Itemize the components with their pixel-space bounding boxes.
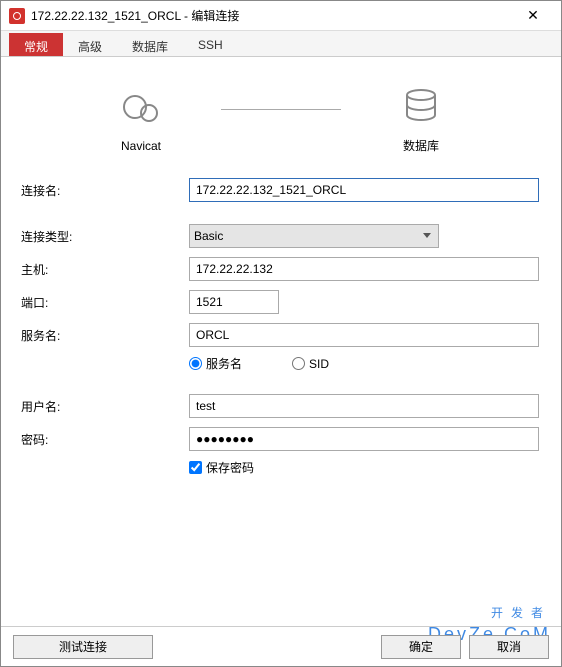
label-username: 用户名: (19, 398, 189, 415)
diagram-navicat-label: Navicat (121, 139, 161, 153)
titlebar: 172.22.22.132_1521_ORCL - 编辑连接 ✕ (1, 1, 561, 31)
port-input[interactable] (189, 290, 279, 314)
radio-service-name-label: 服务名 (206, 355, 242, 372)
row-service-radios: 服务名 SID (19, 351, 543, 372)
database-icon (399, 85, 443, 129)
service-name-input[interactable] (189, 323, 539, 347)
label-password: 密码: (19, 431, 189, 448)
save-password-label: 保存密码 (206, 459, 254, 476)
label-service-name: 服务名: (19, 327, 189, 344)
tab-database[interactable]: 数据库 (117, 33, 183, 56)
navicat-icon (119, 87, 163, 131)
ok-button[interactable]: 确定 (381, 635, 461, 659)
label-port: 端口: (19, 294, 189, 311)
conn-type-select[interactable]: Basic (189, 224, 439, 248)
host-input[interactable] (189, 257, 539, 281)
radio-service-name-input[interactable] (189, 357, 202, 370)
conn-name-input[interactable] (189, 178, 539, 202)
diagram-navicat: Navicat (91, 87, 191, 153)
tab-general[interactable]: 常规 (9, 33, 63, 56)
tab-advanced[interactable]: 高级 (63, 33, 117, 56)
password-input[interactable] (189, 427, 539, 451)
tabs-bar: 常规 高级 数据库 SSH (1, 31, 561, 57)
content-area: Navicat 数据库 连接名: 连接类型: Basic (1, 57, 561, 476)
label-host: 主机: (19, 261, 189, 278)
username-input[interactable] (189, 394, 539, 418)
row-service-name: 服务名: (19, 323, 543, 347)
row-conn-type: 连接类型: Basic (19, 224, 543, 248)
connection-diagram: Navicat 数据库 (19, 85, 543, 154)
label-conn-type: 连接类型: (19, 228, 189, 245)
footer: 测试连接 确定 取消 (1, 626, 561, 666)
row-save-password: 保存密码 (19, 455, 543, 476)
test-connection-button[interactable]: 测试连接 (13, 635, 153, 659)
tab-ssh[interactable]: SSH (183, 33, 238, 56)
label-conn-name: 连接名: (19, 182, 189, 199)
cancel-button[interactable]: 取消 (469, 635, 549, 659)
watermark-line1: 开发者 (491, 606, 551, 620)
radio-sid-input[interactable] (292, 357, 305, 370)
close-icon[interactable]: ✕ (513, 7, 553, 24)
row-username: 用户名: (19, 394, 543, 418)
radio-sid[interactable]: SID (292, 357, 329, 371)
row-host: 主机: (19, 257, 543, 281)
window-title: 172.22.22.132_1521_ORCL - 编辑连接 (31, 7, 513, 24)
row-conn-name: 连接名: (19, 178, 543, 202)
diagram-connector (221, 109, 341, 110)
row-password: 密码: (19, 427, 543, 451)
diagram-database: 数据库 (371, 85, 471, 154)
diagram-database-label: 数据库 (403, 137, 439, 154)
radio-service-name[interactable]: 服务名 (189, 355, 242, 372)
row-port: 端口: (19, 290, 543, 314)
radio-sid-label: SID (309, 357, 329, 371)
save-password-checkbox[interactable] (189, 461, 202, 474)
app-icon (9, 8, 25, 24)
